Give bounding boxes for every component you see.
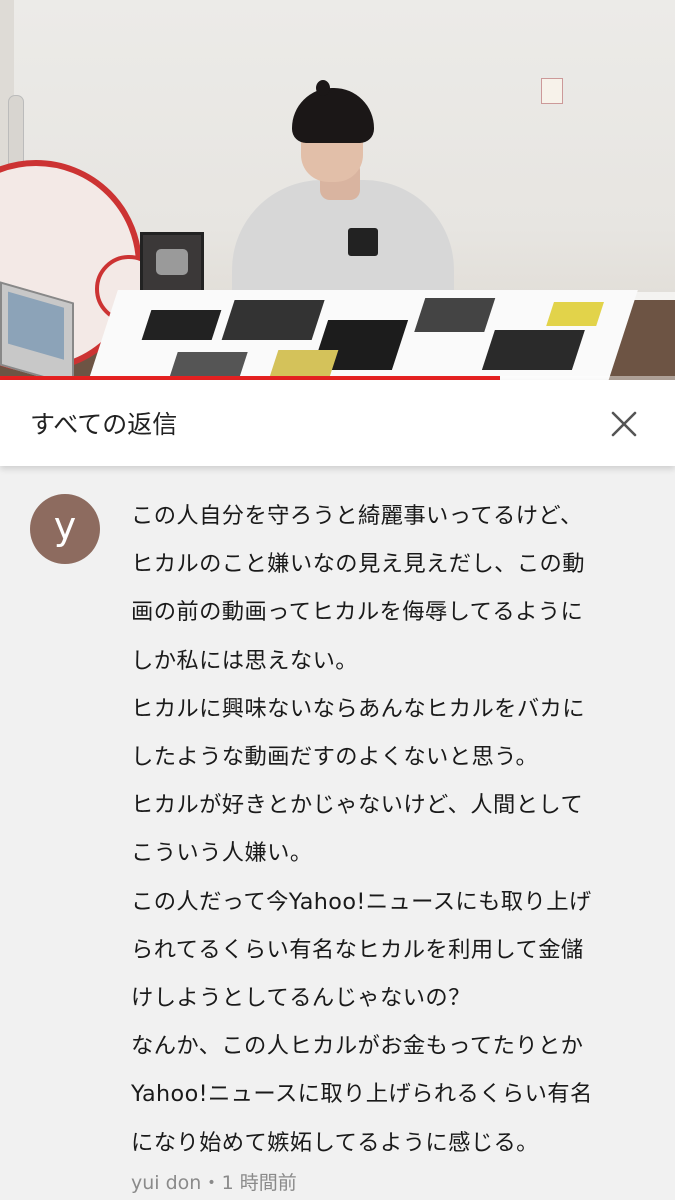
person-hair-bun	[316, 80, 330, 96]
comment-line: ヒカルに興味ないならあんなヒカルをバカに	[131, 695, 585, 722]
comment-line: Yahoo!ニュースに取り上げられるくらい有名	[131, 1081, 593, 1108]
comment-meta: yui don • 1 時間前	[131, 1168, 297, 1195]
avatar-letter: y	[53, 504, 77, 548]
comment-line: られてるくらい有名なヒカルを利用して金儲	[131, 936, 584, 963]
video-player[interactable]	[0, 0, 675, 380]
person-hair	[292, 88, 374, 143]
comment-line: この人自分を守ろうと綺麗事いってるけど、	[131, 503, 583, 529]
meta-separator: •	[207, 1175, 216, 1191]
comment-line: この人だって今Yahoo!ニュースにも取り上げ	[131, 888, 592, 915]
comment-line: けしようとしてるんじゃないの？	[131, 985, 471, 1012]
comment-line: になり始めて嫉妬してるように感じる。	[131, 1129, 539, 1156]
replies-title: すべての返信	[30, 410, 178, 439]
comment-text: この人自分を守ろうと綺麗事いってるけど、 ヒカルのこと嫌いなの見え見えだし、この…	[131, 492, 641, 1167]
comment-line: 画の前の動画ってヒカルを侮辱してるように	[131, 599, 584, 626]
replies-header: すべての返信	[0, 380, 675, 466]
comment-line: ヒカルのこと嫌いなの見え見えだし、この動	[131, 551, 585, 578]
sticker-table	[82, 290, 638, 380]
comment-author[interactable]: yui don	[131, 1172, 201, 1194]
close-icon	[611, 411, 637, 437]
wall-note	[541, 78, 563, 104]
comment-line: したような動画だすのよくないと思う。	[131, 744, 539, 771]
shirt-print	[348, 228, 378, 256]
comment-line: ヒカルが好きとかじゃないけど、人間として	[131, 792, 584, 819]
comment-line: こういう人嫌い。	[131, 840, 313, 867]
close-button[interactable]	[600, 400, 648, 448]
comment-line: しか私には思えない。	[131, 647, 358, 674]
avatar[interactable]: y	[30, 494, 100, 564]
comment-line: なんか、この人ヒカルがお金もってたりとか	[131, 1033, 584, 1060]
comment-time: 1 時間前	[221, 1172, 297, 1194]
